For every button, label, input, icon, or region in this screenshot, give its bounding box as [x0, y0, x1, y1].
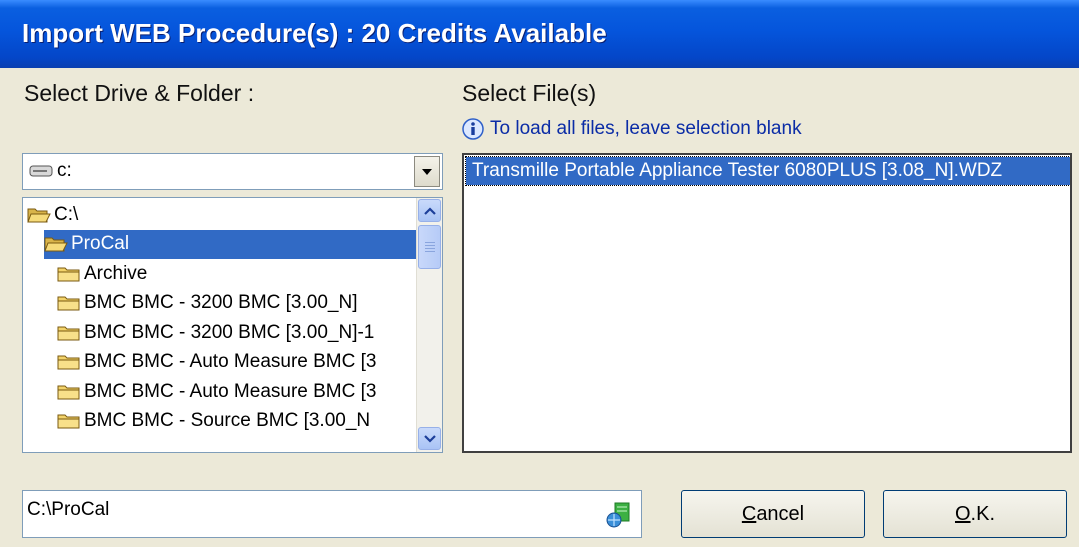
folder-name: BMC BMC - Auto Measure BMC [3 — [84, 351, 377, 372]
folder-icon — [57, 385, 80, 399]
folder-icon — [57, 414, 80, 429]
scroll-down-button[interactable] — [418, 427, 441, 450]
folder-tree-item[interactable]: BMC BMC - Auto Measure BMC [3 — [57, 377, 376, 406]
folder-tree-item[interactable]: ProCal — [44, 229, 416, 259]
folder-tree-item[interactable]: C:\ — [27, 200, 78, 229]
drive-text: c: — [57, 160, 72, 181]
folder-tree-item[interactable]: BMC BMC - Auto Measure BMC [3 — [57, 348, 376, 377]
info-icon — [462, 118, 484, 140]
cancel-label: Cancel — [741, 502, 805, 525]
folder-tree-item[interactable]: BMC BMC - Source BMC [3.00_N — [57, 407, 370, 436]
folder-name: BMC BMC - 3200 BMC [3.00_N]-1 — [84, 321, 375, 343]
folder-tree-item[interactable]: BMC BMC - 3200 BMC [3.00_N] — [57, 289, 357, 318]
folder-name: BMC BMC - Source BMC [3.00_N — [84, 410, 371, 431]
open-folder-icon — [44, 237, 68, 252]
folder-name: C:\ — [54, 203, 79, 225]
select-files-label: Select File(s) — [462, 80, 597, 106]
network-folder-icon[interactable] — [605, 501, 633, 529]
folder-name: Archive — [84, 262, 148, 284]
folder-tree-item[interactable]: Archive — [57, 259, 147, 288]
select-drive-folder-label: Select Drive & Folder : — [24, 80, 255, 106]
drive-select[interactable]: c: — [22, 153, 443, 190]
scroll-thumb[interactable] — [418, 225, 441, 269]
window-title: Import WEB Procedure(s) : 20 Credits Ava… — [22, 18, 607, 48]
folder-name: BMC BMC - Auto Measure BMC [3 — [84, 380, 377, 402]
cancel-button[interactable]: Cancel — [681, 490, 865, 538]
folder-tree[interactable]: C:\ ProCal Archive BMC BMC - 3200 BMC [3.00… — [22, 197, 443, 453]
path-field[interactable]: C:\ProCal — [22, 490, 642, 538]
folder-name: ProCal — [71, 233, 130, 254]
title-bar[interactable]: Import WEB Procedure(s) : 20 Credits Ava… — [0, 0, 1079, 68]
path-text: C:\ProCal — [27, 499, 110, 520]
folder-scrollbar[interactable] — [416, 198, 442, 452]
info-text: To load all files, leave selection blank — [490, 118, 802, 139]
folder-icon — [57, 326, 80, 340]
folder-name: BMC BMC - 3200 BMC [3.00_N] — [84, 292, 358, 313]
folder-icon — [57, 267, 80, 281]
ok-button[interactable]: O.K. — [883, 490, 1067, 538]
file-list-item[interactable]: Transmille Portable Appliance Tester 608… — [465, 156, 1070, 186]
folder-icon — [57, 355, 80, 370]
drive-value: c: — [29, 160, 72, 182]
ok-label: O.K. — [954, 502, 995, 525]
scroll-up-button[interactable] — [418, 199, 441, 222]
folder-tree-item[interactable]: BMC BMC - 3200 BMC [3.00_N]-1 — [57, 318, 374, 347]
drive-icon — [29, 165, 53, 177]
folder-icon — [57, 296, 80, 311]
open-folder-icon — [27, 208, 51, 222]
chevron-down-icon[interactable] — [414, 156, 440, 187]
info-hint: To load all files, leave selection blank — [462, 118, 802, 140]
file-list[interactable]: Transmille Portable Appliance Tester 608… — [462, 153, 1072, 453]
